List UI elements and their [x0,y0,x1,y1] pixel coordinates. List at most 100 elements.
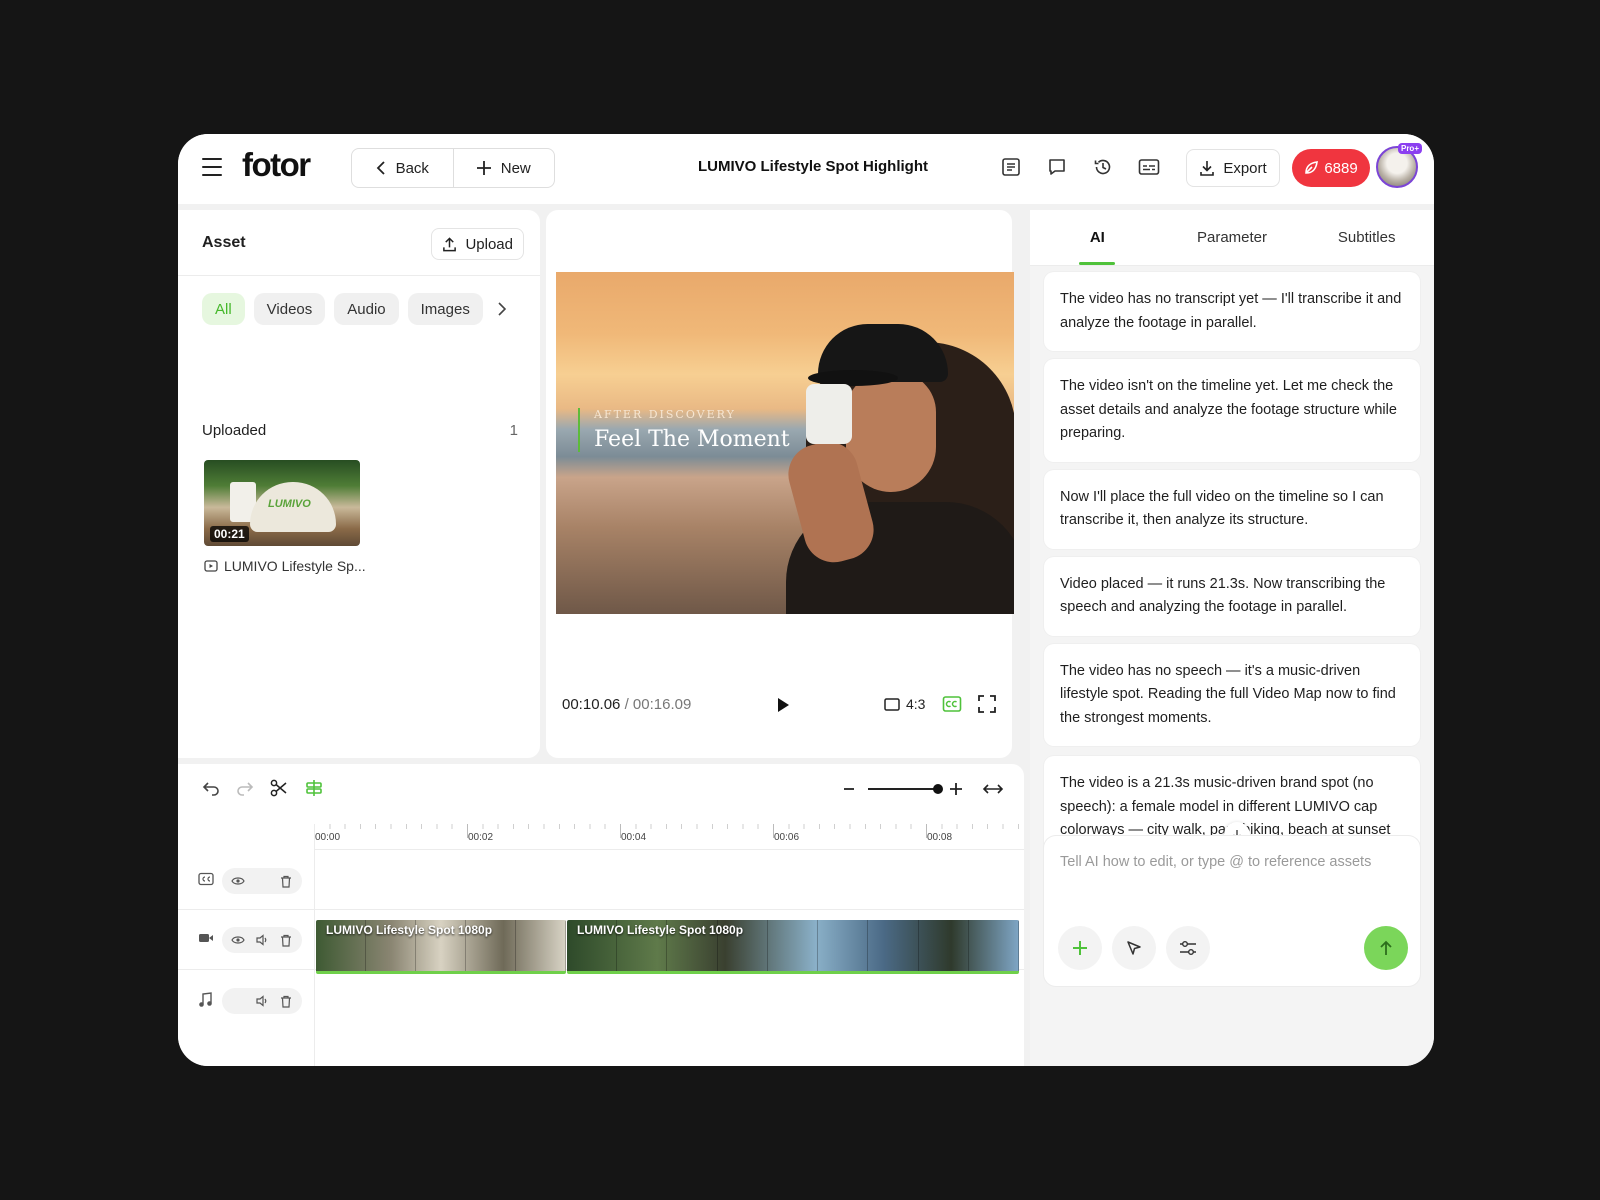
ai-message: The video isn't on the timeline yet. Let… [1044,359,1420,462]
eye-icon[interactable] [231,874,245,888]
top-icon-group [998,154,1162,180]
thumb-duration: 00:21 [210,526,249,542]
subtitle-track [178,852,1024,910]
settings-sliders-icon[interactable] [1166,926,1210,970]
player-controls: 00:10.06 / 00:16.09 4:3 [546,690,1012,720]
zoom-out-icon[interactable] [842,779,862,799]
filter-videos[interactable]: Videos [253,293,326,325]
clip-label: LUMIVO Lifestyle Spot 1080p [577,923,744,937]
captions-track-icon [198,872,216,890]
video-clip[interactable]: LUMIVO Lifestyle Spot 1080p [567,920,1019,974]
new-label: New [500,159,531,177]
filter-audio[interactable]: Audio [334,293,399,325]
total-time: 00:16.09 [632,696,692,713]
fullscreen-icon[interactable] [978,695,998,715]
tick-label: 00:00 [315,832,341,843]
aspect-ratio-icon [884,697,900,711]
asset-panel: Asset Upload All Videos Audio Images Upl… [178,210,540,758]
notes-icon[interactable] [998,154,1024,180]
undo-icon[interactable] [202,779,222,799]
clip-label: LUMIVO Lifestyle Spot 1080p [326,923,493,937]
asset-title: Asset [202,234,246,251]
filter-all[interactable]: All [202,293,245,325]
chevron-left-icon [376,161,385,175]
tab-subtitles[interactable]: Subtitles [1299,210,1434,265]
ai-prompt-box[interactable]: Tell AI how to edit, or type @ to refere… [1044,836,1420,986]
ai-panel: AI Parameter Subtitles The video has no … [1030,210,1434,1066]
pro-badge: Pro+ [1397,143,1422,154]
user-avatar[interactable]: Pro+ [1376,143,1422,188]
thumb-cap: LUMIVO [250,482,336,532]
project-title[interactable]: LUMIVO Lifestyle Spot Highlight [618,158,1008,175]
trash-icon[interactable] [279,933,293,947]
video-camera-icon [198,931,216,949]
split-track-icon[interactable] [304,779,324,799]
plus-icon [476,161,491,175]
leaf-icon [1305,161,1319,174]
back-button[interactable]: Back [352,149,453,187]
timeline-toolbar [178,764,1024,814]
time-separator: / [624,696,629,713]
prompt-placeholder[interactable]: Tell AI how to edit, or type @ to refere… [1060,854,1371,870]
filter-images[interactable]: Images [407,293,483,325]
history-icon[interactable] [1090,154,1116,180]
play-icon[interactable] [772,695,792,715]
video-clip[interactable]: LUMIVO Lifestyle Spot 1080p [316,920,566,974]
aspect-ratio-label: 4:3 [906,696,926,712]
aspect-ratio-button[interactable]: 4:3 [884,696,925,712]
export-button[interactable]: Export [1186,149,1280,187]
volume-icon[interactable] [255,994,269,1008]
captions-icon[interactable] [942,695,962,715]
thumb-brand: LUMIVO [268,498,311,510]
upload-icon [443,236,457,251]
ai-message: The video has no transcript yet — I'll t… [1044,272,1420,351]
timecode: 00:10.06 / 00:16.09 [562,696,691,713]
video-preview[interactable]: AFTER DISCOVERY Feel The Moment [556,272,1014,614]
redo-icon[interactable] [236,779,256,799]
credits-badge[interactable]: 6889 [1292,149,1370,187]
timeline-ruler[interactable]: 00:00 00:02 00:04 00:06 00:08 [314,824,1024,850]
arrow-up-icon [1380,940,1392,955]
tick-label: 00:04 [621,832,647,843]
ai-message-list[interactable]: The video has no transcript yet — I'll t… [1044,272,1420,888]
trash-icon[interactable] [279,994,293,1008]
volume-icon[interactable] [255,933,269,947]
zoom-slider-knob[interactable] [933,784,943,794]
menu-icon[interactable] [202,158,222,176]
tab-parameter[interactable]: Parameter [1165,210,1300,265]
asset-thumbnail[interactable]: LUMIVO 00:21 [204,460,360,546]
video-file-icon [204,560,218,572]
asset-filters: All Videos Audio Images [202,293,512,325]
zoom-in-icon[interactable] [948,779,968,799]
asset-file-label: LUMIVO Lifestyle Sp... [224,558,366,574]
ai-message: Now I'll place the full video on the tim… [1044,469,1420,549]
trash-icon[interactable] [279,874,293,888]
timeline-panel: 00:00 00:02 00:04 00:06 00:08 LUMIVO Lif… [178,764,1024,1066]
back-label: Back [395,159,429,177]
audio-track [178,970,1024,1032]
title-overlay[interactable]: AFTER DISCOVERY Feel The Moment [578,408,790,452]
export-label: Export [1223,159,1267,177]
send-button[interactable] [1364,926,1408,970]
uploaded-count: 1 [509,422,518,439]
asset-file-name[interactable]: LUMIVO Lifestyle Sp... [204,558,366,574]
app-logo[interactable]: fotor [242,146,311,184]
subtitle-track-controls [222,868,302,894]
subtitle-icon[interactable] [1136,154,1162,180]
zoom-slider[interactable] [868,784,943,794]
ai-message: Video placed — it runs 21.3s. Now transc… [1044,556,1420,636]
scissors-icon[interactable] [270,779,290,799]
preview-panel: AFTER DISCOVERY Feel The Moment 00:10.06… [546,210,1014,758]
tab-ai[interactable]: AI [1030,210,1165,265]
audio-track-controls [222,988,302,1014]
eye-icon[interactable] [231,933,245,947]
chevron-right-icon[interactable] [492,302,512,316]
add-icon[interactable] [1058,926,1102,970]
new-button[interactable]: New [452,149,555,187]
video-track: LUMIVO Lifestyle Spot 1080p LUMIVO Lifes… [178,910,1024,974]
upload-button[interactable]: Upload [431,228,524,260]
fit-width-icon[interactable] [982,779,1004,799]
comment-icon[interactable] [1044,154,1070,180]
cursor-select-icon[interactable] [1112,926,1156,970]
